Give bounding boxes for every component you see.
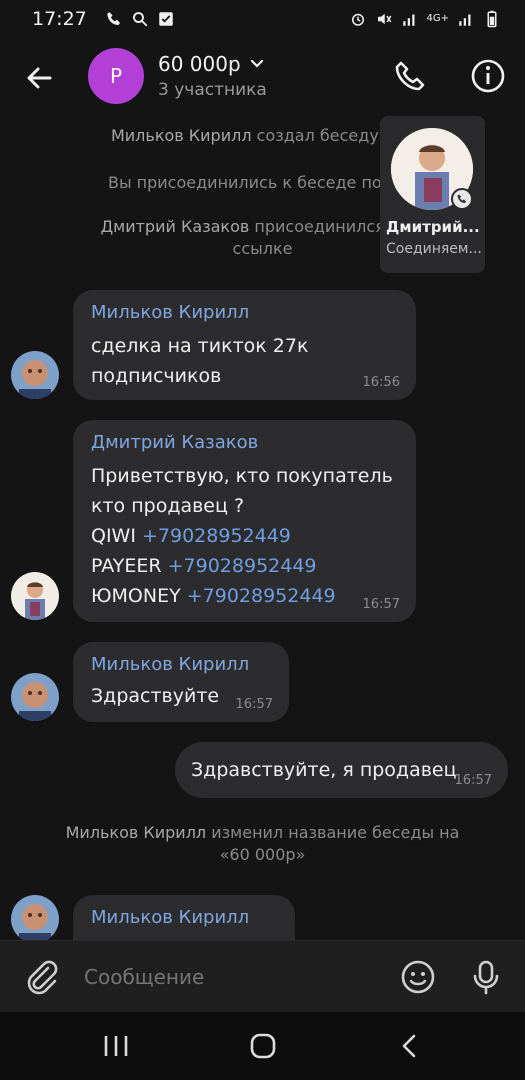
system-message-text: Вы присоединились к беседе по ссы: [107, 173, 418, 192]
chat-avatar[interactable]: Р: [88, 48, 144, 104]
back-arrow-icon[interactable]: [20, 58, 60, 98]
message-author[interactable]: Мильков Кирилл: [91, 907, 277, 928]
alarm-icon: [351, 13, 364, 26]
avatar[interactable]: [11, 673, 59, 721]
system-message-text: изменил название беседы на: [206, 823, 460, 842]
info-icon[interactable]: [468, 56, 508, 96]
payment-label: QIWI: [91, 525, 142, 547]
message-bubble[interactable]: Мильков Кирилл сделка на тикток 27к подп…: [73, 290, 416, 400]
call-status: Соединяем...: [386, 241, 482, 257]
chat-header: Р 60 000р 3 участника: [0, 38, 525, 118]
status-bar: 17:27 4G+: [0, 0, 525, 38]
message-time: 16:57: [235, 697, 273, 712]
message-time: 16:56: [362, 375, 400, 390]
home-icon[interactable]: [243, 1030, 283, 1062]
message-bubble[interactable]: Дмитрий Казаков Приветствую, кто покупат…: [73, 420, 416, 622]
system-message-author[interactable]: Дмитрий Казаков: [101, 217, 250, 236]
message-line: кто продавец ?: [91, 495, 245, 517]
chevron-down-icon[interactable]: [249, 56, 265, 72]
back-nav-icon[interactable]: [390, 1030, 430, 1062]
battery-icon: [487, 10, 497, 28]
payment-line: ЮMONEY +79028952449: [91, 581, 398, 611]
message-input[interactable]: [84, 959, 374, 995]
emoji-icon[interactable]: [398, 957, 438, 997]
microphone-icon[interactable]: [466, 957, 506, 997]
message-time: 16:57: [454, 773, 492, 788]
caller-name: Дмитрий...: [386, 218, 480, 236]
message-time: 16:57: [362, 597, 400, 612]
message-author[interactable]: Мильков Кирилл: [91, 302, 398, 323]
call-popup[interactable]: Дмитрий... Соединяем...: [380, 116, 485, 273]
payment-label: ЮMONEY: [91, 585, 187, 607]
chat-title[interactable]: 60 000р: [158, 52, 241, 76]
checkbox-status-icon: [159, 12, 173, 26]
chat-title-block[interactable]: 60 000р 3 участника: [158, 52, 267, 100]
message-text: Здравствуйте, я продавец: [191, 759, 457, 781]
status-time: 17:27: [32, 8, 87, 30]
payment-line: QIWI +79028952449: [91, 521, 398, 551]
recent-apps-icon[interactable]: [96, 1030, 136, 1062]
paperclip-icon[interactable]: [22, 957, 62, 997]
system-message-text-cont: «60 000р»: [219, 845, 306, 864]
message-bubble[interactable]: Мильков Кирилл Здраствуйте 16:57: [73, 642, 289, 722]
network-type: 4G+: [426, 13, 450, 24]
message-text: сделка на тикток 27к подписчиков: [91, 331, 398, 391]
system-message: Мильков Кирилл изменил название беседы н…: [40, 822, 485, 866]
phone-link[interactable]: +79028952449: [168, 555, 317, 577]
phone-link[interactable]: +79028952449: [142, 525, 291, 547]
message-line: сделка на тикток 27к: [91, 335, 309, 357]
own-message-bubble[interactable]: Здравствуйте, я продавец 16:57: [175, 742, 508, 798]
signal-icon: [402, 14, 414, 26]
avatar[interactable]: [11, 895, 59, 943]
participants-count: 3 участника: [158, 80, 267, 100]
system-message-author[interactable]: Мильков Кирилл: [111, 126, 252, 145]
mute-icon: [377, 13, 391, 25]
phone-badge-icon: [451, 188, 473, 210]
payment-label: PAYEER: [91, 555, 168, 577]
search-status-icon: [132, 12, 148, 27]
message-author[interactable]: Мильков Кирилл: [91, 654, 271, 675]
message-text: Приветствую, кто покупатель кто продавец…: [91, 461, 398, 611]
signal-icon-2: [459, 14, 471, 26]
system-message-text-cont: ссылке: [232, 239, 293, 258]
system-nav-bar: [0, 1012, 525, 1080]
avatar[interactable]: [11, 572, 59, 620]
message-line: подписчиков: [91, 365, 222, 387]
payment-line: PAYEER +79028952449: [91, 551, 398, 581]
call-icon[interactable]: [390, 56, 430, 96]
phone-link[interactable]: +79028952449: [187, 585, 336, 607]
system-message-author[interactable]: Мильков Кирилл: [66, 823, 207, 842]
message-composer: [0, 940, 525, 1012]
avatar[interactable]: [11, 351, 59, 399]
message-line: Приветствую, кто покупатель: [91, 465, 393, 487]
message-author[interactable]: Дмитрий Казаков: [91, 432, 398, 453]
phone-status-icon: [107, 12, 120, 25]
